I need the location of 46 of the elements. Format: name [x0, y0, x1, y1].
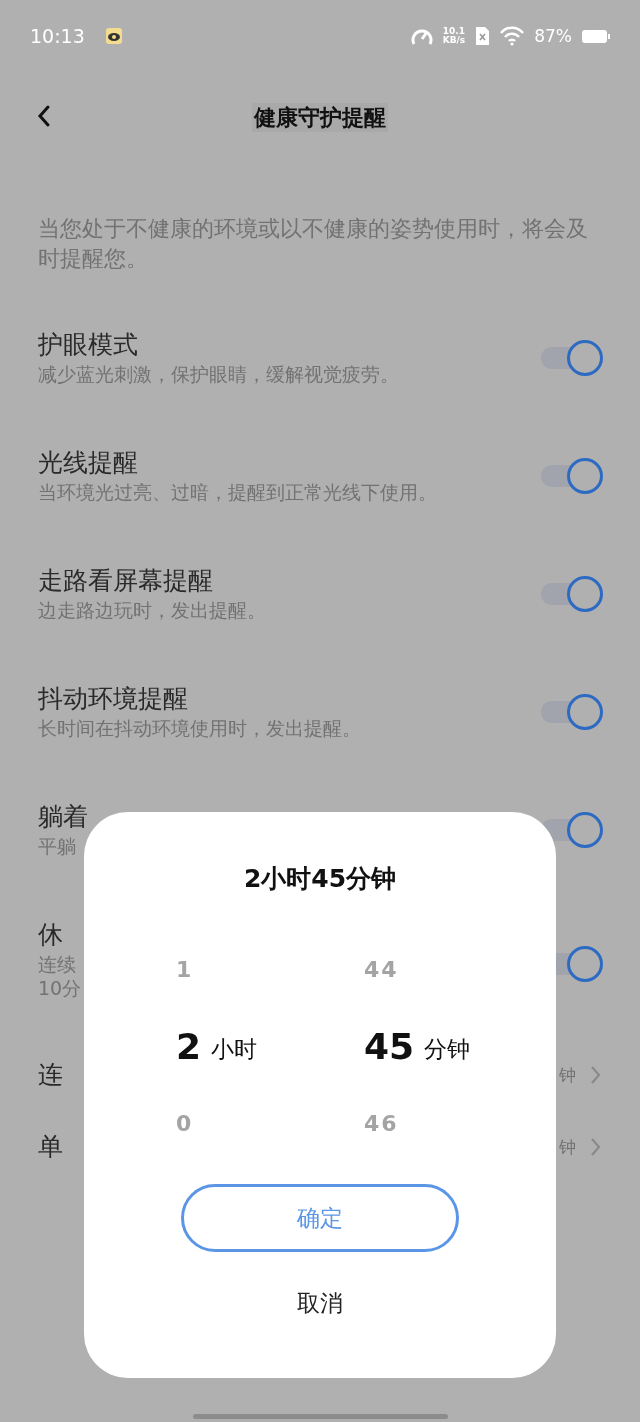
- setting-description: 10分: [38, 976, 82, 1001]
- setting-description: 当环境光过亮、过暗，提醒到正常光线下使用。: [38, 480, 437, 505]
- network-speed-unit: KB/s: [442, 36, 466, 45]
- setting-title: 休: [38, 919, 63, 951]
- chevron-right-icon: [590, 1065, 602, 1085]
- setting-title: 抖动环境提醒: [38, 683, 188, 715]
- setting-title: 单: [38, 1131, 63, 1163]
- picker-option[interactable]: 45: [364, 1026, 415, 1067]
- app-notification-icon: [104, 27, 123, 45]
- setting-value: 钟: [559, 1135, 576, 1159]
- setting-value: 钟: [559, 1063, 576, 1087]
- setting-description: 连续: [38, 952, 76, 977]
- page-title: 健康守护提醒: [252, 103, 388, 132]
- toggle-switch[interactable]: [539, 575, 603, 613]
- toggle-switch[interactable]: [539, 339, 603, 377]
- chevron-right-icon: [590, 1137, 602, 1157]
- picker-option[interactable]: 2: [176, 1026, 202, 1067]
- setting-title: 连: [38, 1059, 63, 1091]
- setting-description: 平躺: [38, 834, 76, 859]
- speedometer-icon: [410, 26, 433, 46]
- description: 当您处于不健康的环境或以不健康的姿势使用时，将会及时提醒您。: [38, 215, 589, 273]
- setting-title: 光线提醒: [38, 447, 138, 479]
- setting-description: 长时间在抖动环境使用时，发出提醒。: [38, 716, 361, 741]
- picker-option[interactable]: 44: [364, 957, 399, 982]
- picker-option[interactable]: 1: [176, 957, 194, 982]
- setting-description: 减少蓝光刺激，保护眼睛，缓解视觉疲劳。: [38, 362, 399, 387]
- network-speed: 10.1: [442, 27, 466, 36]
- wifi-icon: [500, 26, 525, 46]
- picker-option[interactable]: 46: [364, 1111, 399, 1136]
- confirm-button[interactable]: 确定: [181, 1184, 459, 1252]
- picker-option[interactable]: 0: [176, 1111, 194, 1136]
- back-icon[interactable]: [36, 104, 52, 128]
- setting-title: 躺着: [38, 801, 88, 833]
- setting-description: 边走路边玩时，发出提醒。: [38, 598, 266, 623]
- battery-icon: [582, 28, 610, 44]
- toggle-switch[interactable]: [539, 457, 603, 495]
- picker-unit: 小时: [211, 1035, 258, 1064]
- cancel-button[interactable]: 取消: [287, 1280, 353, 1327]
- dialog-title: 2小时45分钟: [243, 863, 397, 895]
- clock: 10:13: [30, 25, 85, 47]
- setting-title: 护眼模式: [38, 329, 138, 361]
- toggle-switch[interactable]: [539, 693, 603, 731]
- battery-percent: 87%: [534, 26, 572, 46]
- sim-card-icon: [475, 26, 491, 46]
- picker-unit: 分钟: [424, 1035, 471, 1064]
- setting-title: 走路看屏幕提醒: [38, 565, 213, 597]
